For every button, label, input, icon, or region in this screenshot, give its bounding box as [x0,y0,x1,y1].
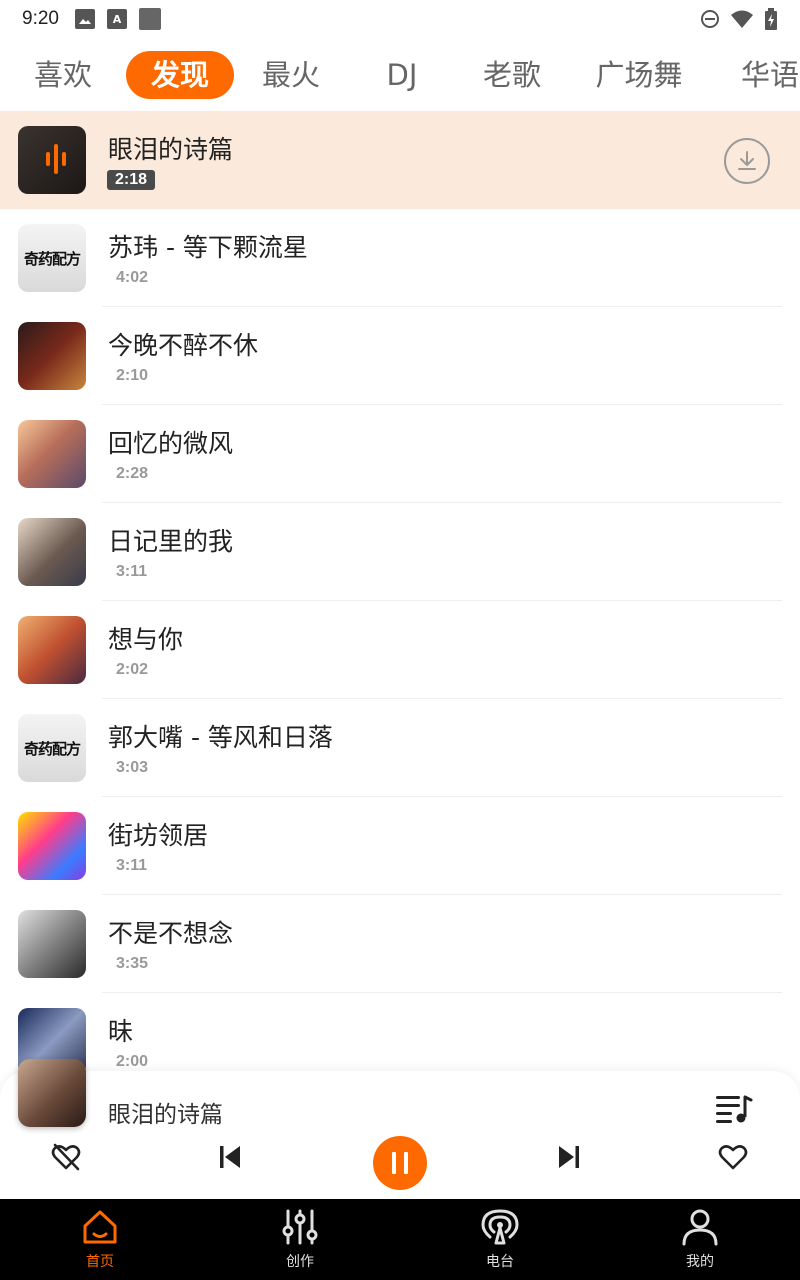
nav-radio[interactable]: 电台 [400,1199,600,1280]
tab-hottest[interactable]: 最火 [234,51,348,99]
song-cover [18,910,86,978]
song-duration: 2:10 [116,367,149,384]
song-duration: 3:35 [116,955,149,972]
song-duration: 2:28 [116,465,149,482]
song-cover [18,616,86,684]
tab-like[interactable]: 喜欢 [0,51,126,99]
player-title[interactable]: 眼泪的诗篇 [108,1095,223,1129]
song-row[interactable]: 回忆的微风 2:28 [0,405,800,503]
home-icon [83,1210,117,1244]
song-title: 回忆的微风 [108,429,234,458]
song-row[interactable]: 昧 2:00 [0,993,800,1071]
skip-previous-icon [220,1146,240,1168]
category-tabs: 喜欢 发现 最火 DJ 老歌 广场舞 华语 [0,44,800,106]
download-button[interactable] [724,138,770,184]
nav-label: 我的 [686,1254,714,1270]
song-cover [18,518,86,586]
mini-player: 眼泪的诗篇 [0,1059,800,1199]
dnd-icon [701,10,719,28]
song-cover [18,322,86,390]
song-duration: 2:00 [116,1053,149,1070]
song-duration: 4:02 [116,269,149,286]
equalizer-icon [282,1209,318,1245]
cover-brand-text: 奇药配方 [23,249,81,268]
tab-discover[interactable]: 发现 [126,51,234,99]
tab-oldies[interactable]: 老歌 [456,51,568,99]
bottom-nav: 首页 创作 电台 我的 [0,1199,800,1280]
pause-button[interactable] [373,1136,427,1190]
download-icon [738,151,756,170]
song-duration: 2:02 [116,661,149,678]
cover-brand-text: 奇药配方 [23,739,81,758]
previous-button[interactable] [212,1137,248,1177]
song-cover: 奇药配方 [18,714,86,782]
now-playing-icon [46,144,66,174]
song-row[interactable]: 眼泪的诗篇 2:18 [0,111,800,209]
nav-home[interactable]: 首页 [0,1199,200,1280]
nav-label: 首页 [86,1254,114,1270]
song-duration: 3:03 [116,759,149,776]
status-bar: 9:20 A [0,0,800,38]
song-title: 昧 [108,1017,134,1046]
song-title: 日记里的我 [108,527,234,556]
song-title: 街坊领居 [108,821,209,850]
song-title: 眼泪的诗篇 [108,135,234,164]
song-row[interactable]: 想与你 2:02 [0,601,800,699]
status-notification-icons: A [74,8,161,30]
song-title: 苏玮 - 等下颗流星 [108,233,308,262]
song-cover [18,420,86,488]
image-icon [74,9,95,29]
song-duration: 3:11 [116,563,148,580]
dislike-heart-icon [51,1143,81,1171]
playlist-icon [716,1095,753,1123]
playlist-button[interactable] [714,1091,754,1127]
status-system-icons [700,8,778,30]
song-row[interactable]: 奇药配方 苏玮 - 等下颗流星 4:02 [0,209,800,307]
nav-label: 创作 [286,1254,314,1270]
wifi-icon [731,10,753,28]
skip-next-icon [559,1146,579,1168]
song-cover [18,126,86,194]
song-row[interactable]: 今晚不醉不休 2:10 [0,307,800,405]
song-title: 想与你 [108,625,184,654]
song-duration: 3:11 [116,857,148,874]
song-cover [18,812,86,880]
song-cover: 奇药配方 [18,224,86,292]
square-icon [138,8,161,30]
song-row[interactable]: 日记里的我 3:11 [0,503,800,601]
song-row[interactable]: 街坊领居 3:11 [0,797,800,895]
song-row[interactable]: 不是不想念 3:35 [0,895,800,993]
nav-profile[interactable]: 我的 [600,1199,800,1280]
nav-create[interactable]: 创作 [200,1199,400,1280]
heart-icon [718,1145,748,1170]
song-title: 郭大嘴 - 等风和日落 [108,723,333,752]
status-time: 9:20 [22,8,59,29]
pause-icon [392,1152,408,1174]
tab-mandarin[interactable]: 华语 [710,51,800,99]
song-row[interactable]: 奇药配方 郭大嘴 - 等风和日落 3:03 [0,699,800,797]
nav-label: 电台 [486,1254,514,1270]
favorite-button[interactable] [715,1137,751,1177]
song-list: 眼泪的诗篇 2:18 奇药配方 苏玮 - 等下颗流星 4:02 今晚不醉不休 2… [0,111,800,1071]
tab-dj[interactable]: DJ [348,51,456,99]
radio-icon [481,1209,519,1245]
song-duration: 2:18 [107,170,156,190]
next-button[interactable] [551,1137,587,1177]
dislike-button[interactable] [48,1137,84,1177]
person-icon [682,1209,718,1246]
a-icon: A [106,9,127,29]
song-title: 不是不想念 [108,919,234,948]
song-title: 今晚不醉不休 [108,331,259,360]
battery-icon [765,8,777,30]
tab-square-dance[interactable]: 广场舞 [568,51,710,99]
player-cover[interactable] [18,1059,86,1127]
